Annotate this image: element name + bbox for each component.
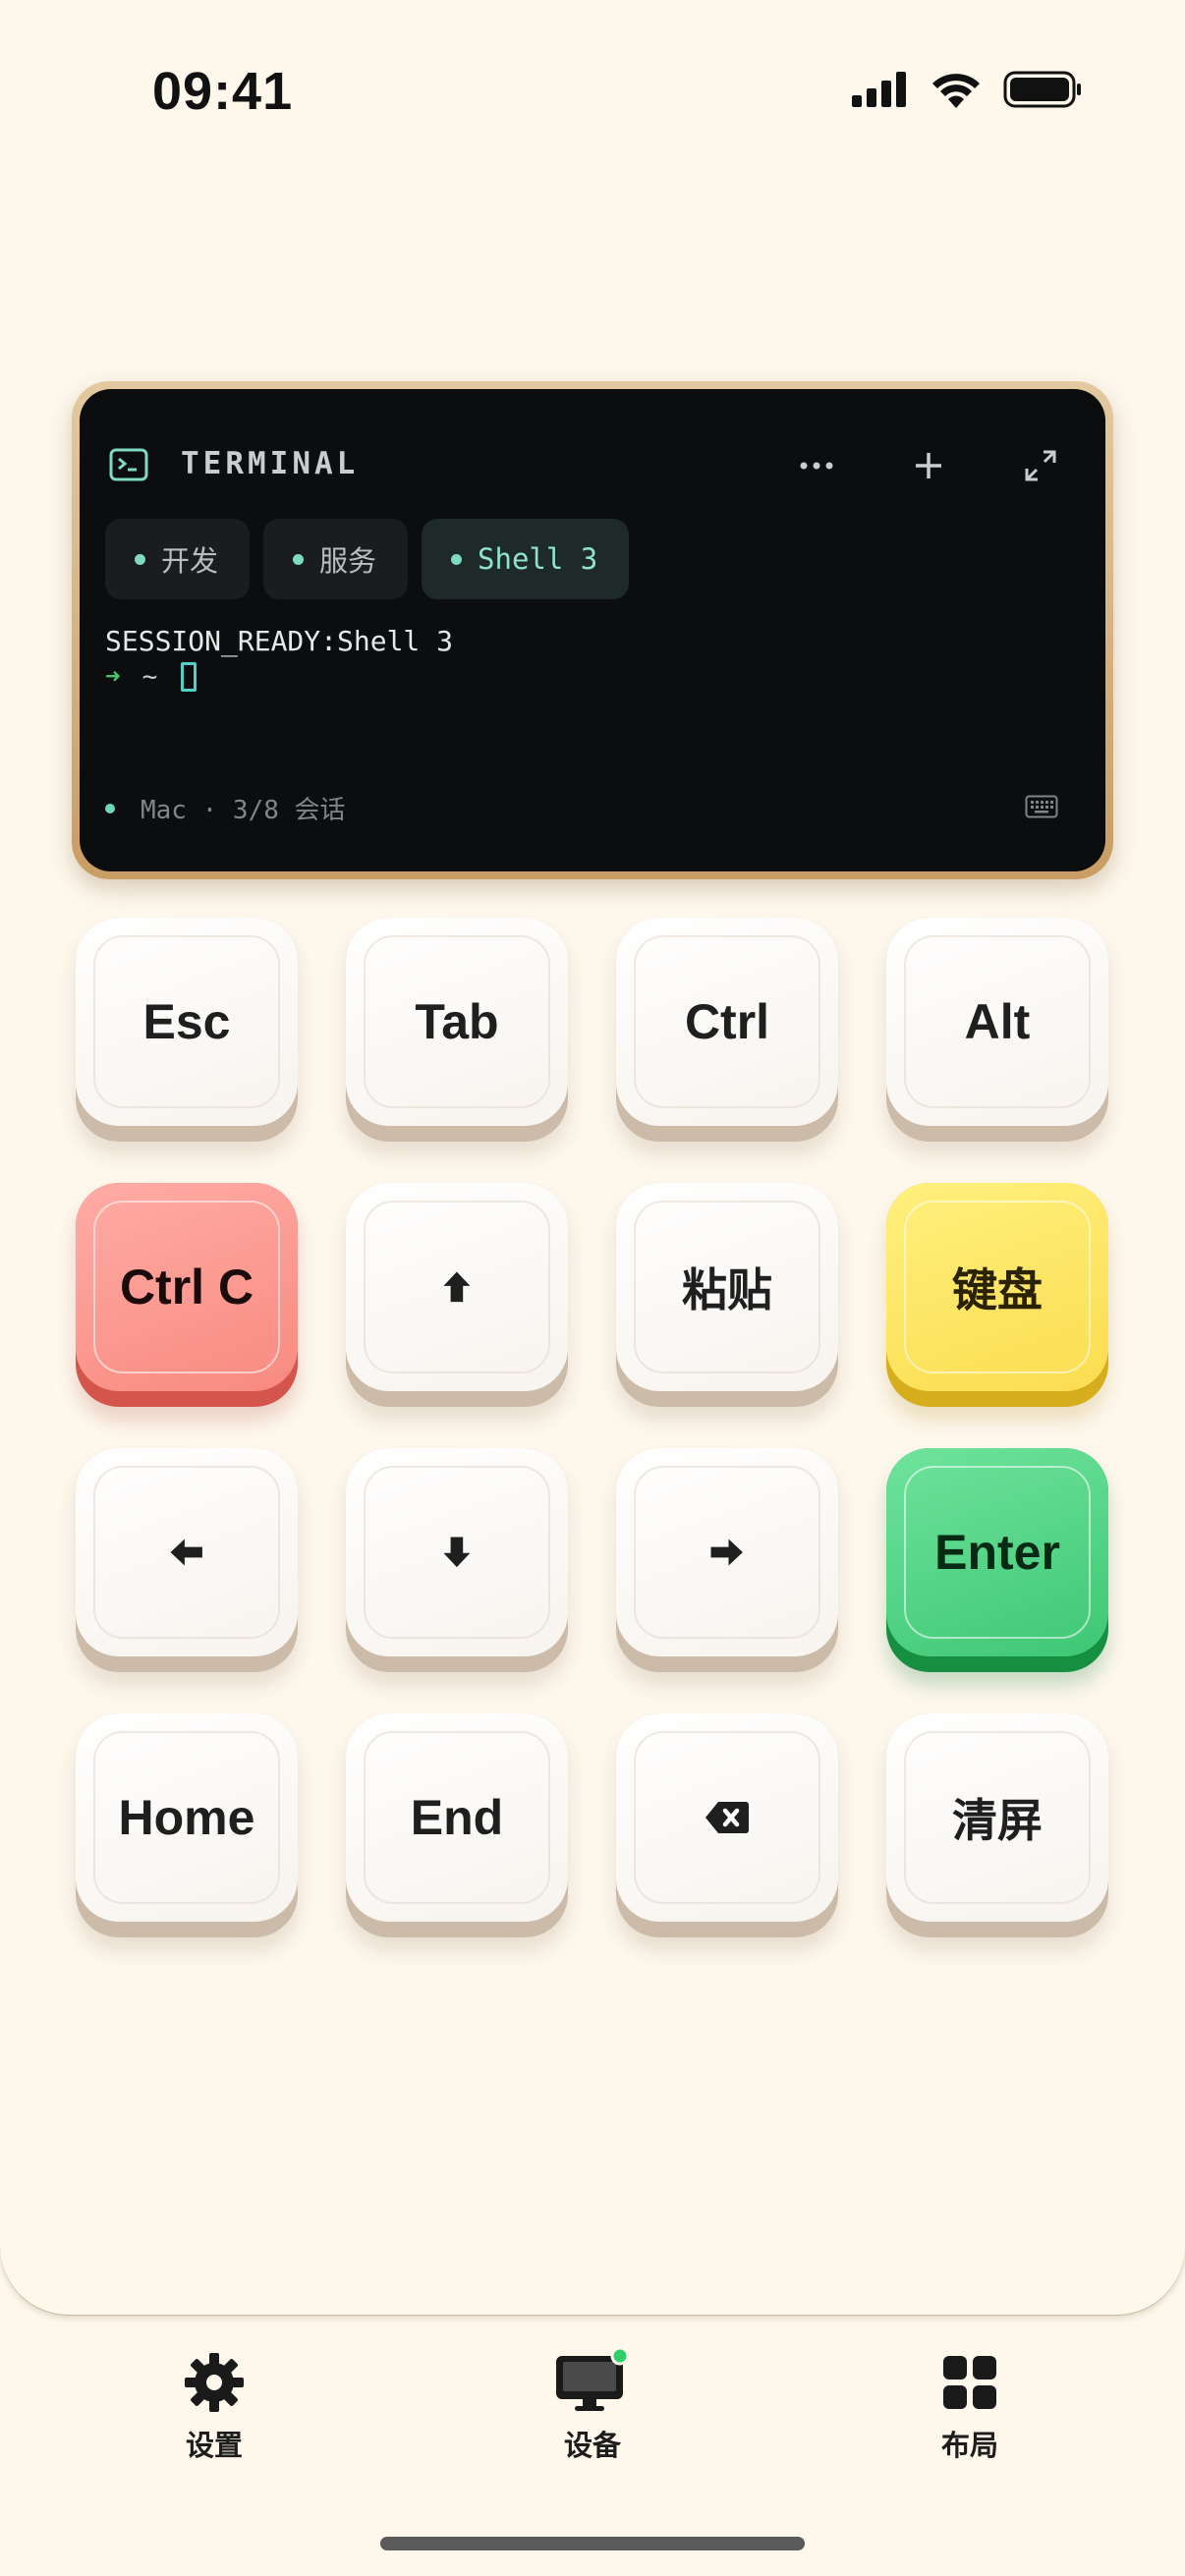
more-button[interactable] (787, 436, 846, 495)
battery-icon (1003, 71, 1081, 108)
terminal-icon (109, 448, 148, 481)
key-arrow-right[interactable] (616, 1448, 838, 1672)
tab-devices[interactable]: 设备 (494, 2338, 691, 2464)
key-label: 键盘 (886, 1183, 1108, 1391)
tab-label: 设备 (563, 2429, 621, 2462)
tab-label: 服务 (319, 544, 377, 578)
key-label: Esc (76, 918, 298, 1126)
tab-settings[interactable]: 设置 (116, 2338, 312, 2464)
key-clear-screen[interactable]: 清屏 (886, 1713, 1108, 1937)
gear-icon (185, 2353, 244, 2412)
key-backspace[interactable] (616, 1713, 838, 1937)
main-sheet: 09:41 TERMINAL 开发 服务 Shell 3 SESSION_REA… (0, 0, 1185, 2315)
key-label: Tab (346, 918, 568, 1126)
connection-dot-icon (105, 803, 115, 813)
more-icon (800, 462, 833, 470)
status-bar: 09:41 (0, 0, 1185, 196)
key-label: 粘贴 (616, 1183, 838, 1391)
terminal-title: TERMINAL (181, 446, 360, 481)
key-ctrl-c[interactable]: Ctrl C (76, 1183, 298, 1407)
tab-layout[interactable]: 布局 (872, 2338, 1068, 2464)
new-tab-button[interactable] (899, 436, 958, 495)
monitor-icon (556, 2348, 630, 2411)
key-keyboard[interactable]: 键盘 (886, 1183, 1108, 1407)
terminal-prompt[interactable]: ➜ ~ (105, 662, 198, 692)
tab-dev[interactable]: 开发 (105, 519, 251, 599)
wifi-icon (932, 74, 980, 108)
key-home[interactable]: Home (76, 1713, 298, 1937)
arrow-right-icon (710, 1539, 743, 1566)
arrow-down-icon (443, 1537, 471, 1568)
key-label: Alt (886, 918, 1108, 1126)
tab-label: 开发 (161, 544, 219, 578)
tab-shell-3[interactable]: Shell 3 (422, 519, 630, 599)
keyboard-icon[interactable] (1025, 795, 1058, 818)
status-time: 09:41 (152, 62, 294, 121)
terminal-footer: Mac · 3/8 会话 (105, 790, 346, 826)
session-info: Mac · 3/8 会话 (141, 796, 346, 825)
arrow-up-icon (443, 1271, 471, 1303)
terminal-screen[interactable]: TERMINAL 开发 服务 Shell 3 SESSION_READY:She… (80, 389, 1105, 871)
key-tab[interactable]: Tab (346, 918, 568, 1142)
key-esc[interactable]: Esc (76, 918, 298, 1142)
arrow-left-icon (170, 1539, 202, 1566)
expand-button[interactable] (1011, 436, 1070, 495)
status-icons (852, 71, 1082, 108)
prompt-path: ~ (141, 662, 158, 692)
key-arrow-down[interactable] (346, 1448, 568, 1672)
key-label: End (346, 1713, 568, 1922)
terminal-output-line: SESSION_READY:Shell 3 (105, 625, 454, 657)
text-cursor (181, 662, 198, 692)
key-label: Home (76, 1713, 298, 1922)
tab-label: 设置 (185, 2429, 243, 2462)
key-label: Enter (886, 1448, 1108, 1656)
session-dot-icon (135, 553, 145, 565)
key-arrow-up[interactable] (346, 1183, 568, 1407)
key-arrow-left[interactable] (76, 1448, 298, 1672)
key-paste[interactable]: 粘贴 (616, 1183, 838, 1407)
session-dot-icon (293, 553, 305, 565)
terminal-tabs: 开发 服务 Shell 3 (105, 519, 630, 599)
key-label: 清屏 (886, 1713, 1108, 1922)
tab-service[interactable]: 服务 (263, 519, 409, 599)
cellular-signal-icon (852, 72, 906, 107)
key-label: Ctrl (616, 918, 838, 1126)
key-enter[interactable]: Enter (886, 1448, 1108, 1672)
prompt-arrow-icon: ➜ (105, 662, 121, 692)
tab-label: 布局 (940, 2429, 998, 2462)
terminal-card: TERMINAL 开发 服务 Shell 3 SESSION_READY:She… (72, 381, 1113, 879)
key-ctrl[interactable]: Ctrl (616, 918, 838, 1142)
grid-icon (943, 2356, 996, 2409)
plus-icon (916, 453, 941, 478)
tab-label: Shell 3 (478, 542, 598, 576)
key-label: Ctrl C (76, 1183, 298, 1391)
home-indicator[interactable] (380, 2537, 805, 2550)
session-dot-icon (451, 553, 463, 565)
key-end[interactable]: End (346, 1713, 568, 1937)
expand-icon (1025, 450, 1056, 481)
backspace-icon (705, 1802, 749, 1833)
key-alt[interactable]: Alt (886, 918, 1108, 1142)
